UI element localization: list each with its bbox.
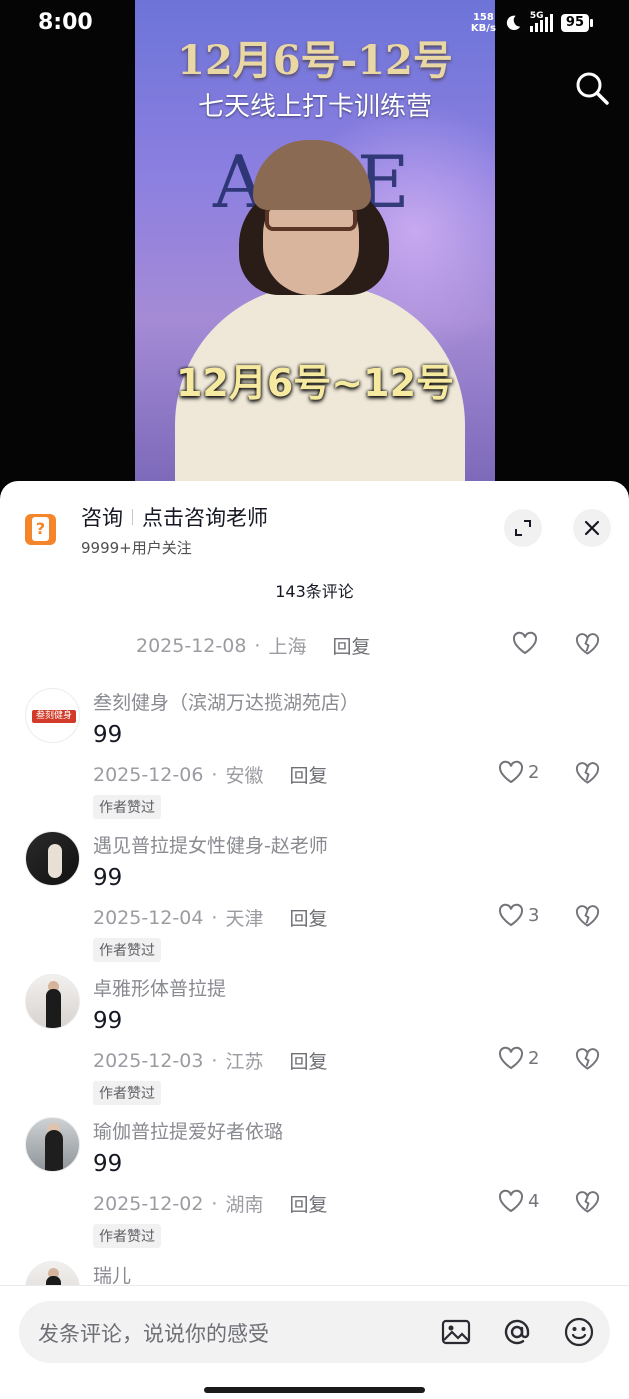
- comment-username[interactable]: 叁刻健身（滨湖万达揽湖苑店）: [93, 688, 359, 715]
- like-count: 4: [528, 1190, 540, 1212]
- avatar-logo-text: 叁刻健身: [32, 710, 76, 723]
- comment-username[interactable]: 遇见普拉提女性健身-赵老师: [93, 831, 328, 858]
- comment-location: 上海: [268, 636, 307, 658]
- close-icon: [584, 520, 600, 536]
- home-indicator[interactable]: [204, 1387, 425, 1393]
- expand-icon: [515, 520, 531, 536]
- image-icon[interactable]: [440, 1316, 472, 1348]
- like-count: 3: [528, 904, 540, 926]
- avatar[interactable]: [25, 831, 80, 886]
- avatar[interactable]: 叁刻健身: [25, 688, 80, 743]
- comment-location: 湖南: [225, 1194, 264, 1216]
- heart-outline-icon: [498, 903, 524, 927]
- like-button[interactable]: 4: [498, 1189, 539, 1213]
- network-type: 5G: [529, 11, 544, 21]
- author-liked-badge: 作者赞过: [93, 1224, 161, 1248]
- do-not-disturb-moon-icon: [506, 15, 521, 31]
- avatar[interactable]: [25, 1117, 80, 1172]
- cell-signal-icon: 5G: [529, 11, 553, 32]
- broken-heart-icon[interactable]: [575, 632, 600, 656]
- video-frame: A E 12月6号-12号 七天线上打卡训练营 12月6号~12号: [135, 0, 495, 490]
- reply-button[interactable]: 回复: [332, 632, 370, 659]
- comment-sheet: 咨询 点击咨询老师 9999+用户关注 143条评论 2025-12-08 · …: [0, 481, 629, 1399]
- consult-icon[interactable]: [25, 514, 56, 545]
- comment-meta: 2025-12-04 · 天津 回复: [93, 904, 328, 931]
- comment-input-placeholder: 发条评论，说说你的感受: [38, 1322, 269, 1346]
- comment-meta: 2025-12-08 · 上海 回复: [136, 632, 371, 659]
- consult-title: 咨询: [81, 506, 123, 530]
- like-button[interactable]: 2: [498, 760, 539, 784]
- comment-date: 2025-12-03: [93, 1049, 204, 1072]
- video-player[interactable]: A E 12月6号-12号 七天线上打卡训练营 12月6号~12号: [0, 0, 629, 490]
- network-speed-value: 158: [472, 12, 494, 23]
- author-liked-badge: 作者赞过: [93, 795, 161, 819]
- comment-meta: 2025-12-06 · 安徽 回复: [93, 761, 328, 788]
- search-icon[interactable]: [574, 70, 610, 106]
- comment-date: 2025-12-04: [93, 906, 204, 929]
- comment-username[interactable]: 卓雅形体普拉提: [93, 974, 226, 1001]
- like-count: 2: [528, 1047, 540, 1069]
- heart-outline-icon: [498, 1189, 524, 1213]
- broken-heart-icon[interactable]: [575, 1047, 600, 1071]
- comment-date: 2025-12-08: [136, 634, 247, 657]
- comment-text: 99: [93, 722, 123, 748]
- avatar[interactable]: [25, 974, 80, 1029]
- like-button[interactable]: [512, 631, 538, 655]
- consult-divider: [132, 509, 133, 525]
- video-caption: 12月6号~12号: [175, 361, 455, 405]
- emoji-icon[interactable]: [563, 1316, 595, 1348]
- network-speed-unit: KB/s: [470, 23, 496, 34]
- comment-location: 安徽: [225, 765, 264, 787]
- heart-outline-icon: [512, 631, 538, 655]
- comment-meta: 2025-12-03 · 江苏 回复: [93, 1047, 328, 1074]
- battery-level: 95: [560, 14, 594, 32]
- comment-item: 卓雅形体普拉提 99 2025-12-03 · 江苏 回复 2 作者赞过: [0, 974, 629, 1117]
- comment-input[interactable]: 发条评论，说说你的感受: [19, 1301, 610, 1363]
- like-button[interactable]: 3: [498, 903, 539, 927]
- comment-date: 2025-12-02: [93, 1192, 204, 1215]
- comment-meta: 2025-12-02 · 湖南 回复: [93, 1190, 328, 1217]
- heart-outline-icon: [498, 760, 524, 784]
- video-subtitle: 七天线上打卡训练营: [197, 92, 432, 122]
- author-liked-badge: 作者赞过: [93, 1081, 161, 1105]
- comment-input-bar: 发条评论，说说你的感受: [0, 1285, 629, 1399]
- consult-link[interactable]: 咨询 点击咨询老师: [81, 502, 268, 532]
- broken-heart-icon[interactable]: [575, 1190, 600, 1214]
- expand-button[interactable]: [504, 509, 542, 547]
- comment-text: 99: [93, 865, 123, 891]
- close-button[interactable]: [573, 509, 611, 547]
- comment-username[interactable]: 瑞儿: [93, 1261, 131, 1288]
- status-bar: 8:00 158 KB/s 5G 95: [0, 0, 629, 50]
- comment-item: 瑜伽普拉提爱好者依璐 99 2025-12-02 · 湖南 回复 4 作者赞过: [0, 1117, 629, 1260]
- reply-button[interactable]: 回复: [289, 1190, 327, 1217]
- like-button[interactable]: 2: [498, 1046, 539, 1070]
- broken-heart-icon[interactable]: [575, 761, 600, 785]
- broken-heart-icon[interactable]: [575, 904, 600, 928]
- comment-count: 143条评论: [275, 582, 354, 601]
- comment-username[interactable]: 瑜伽普拉提爱好者依璐: [93, 1117, 283, 1144]
- comment-text: 99: [93, 1008, 123, 1034]
- at-icon[interactable]: [501, 1316, 533, 1348]
- comment-location: 江苏: [225, 1051, 264, 1073]
- comment-item: 叁刻健身 叁刻健身（滨湖万达揽湖苑店） 99 2025-12-06 · 安徽 回…: [0, 688, 629, 831]
- status-indicators: 158 KB/s 5G 95: [471, 11, 594, 34]
- comment-text: 99: [93, 1151, 123, 1177]
- reply-button[interactable]: 回复: [289, 904, 327, 931]
- like-count: 2: [528, 761, 540, 783]
- comment-location: 天津: [225, 908, 264, 930]
- network-speed: 158 KB/s: [471, 12, 496, 34]
- comment-date: 2025-12-06: [93, 763, 204, 786]
- heart-outline-icon: [498, 1046, 524, 1070]
- status-time: 8:00: [38, 10, 93, 35]
- consult-followers: 9999+用户关注: [81, 539, 192, 557]
- reply-button[interactable]: 回复: [289, 1047, 327, 1074]
- reply-button[interactable]: 回复: [289, 761, 327, 788]
- comment-item: 遇见普拉提女性健身-赵老师 99 2025-12-04 · 天津 回复 3 作者…: [0, 831, 629, 974]
- consult-action: 点击咨询老师: [142, 506, 268, 530]
- author-liked-badge: 作者赞过: [93, 938, 161, 962]
